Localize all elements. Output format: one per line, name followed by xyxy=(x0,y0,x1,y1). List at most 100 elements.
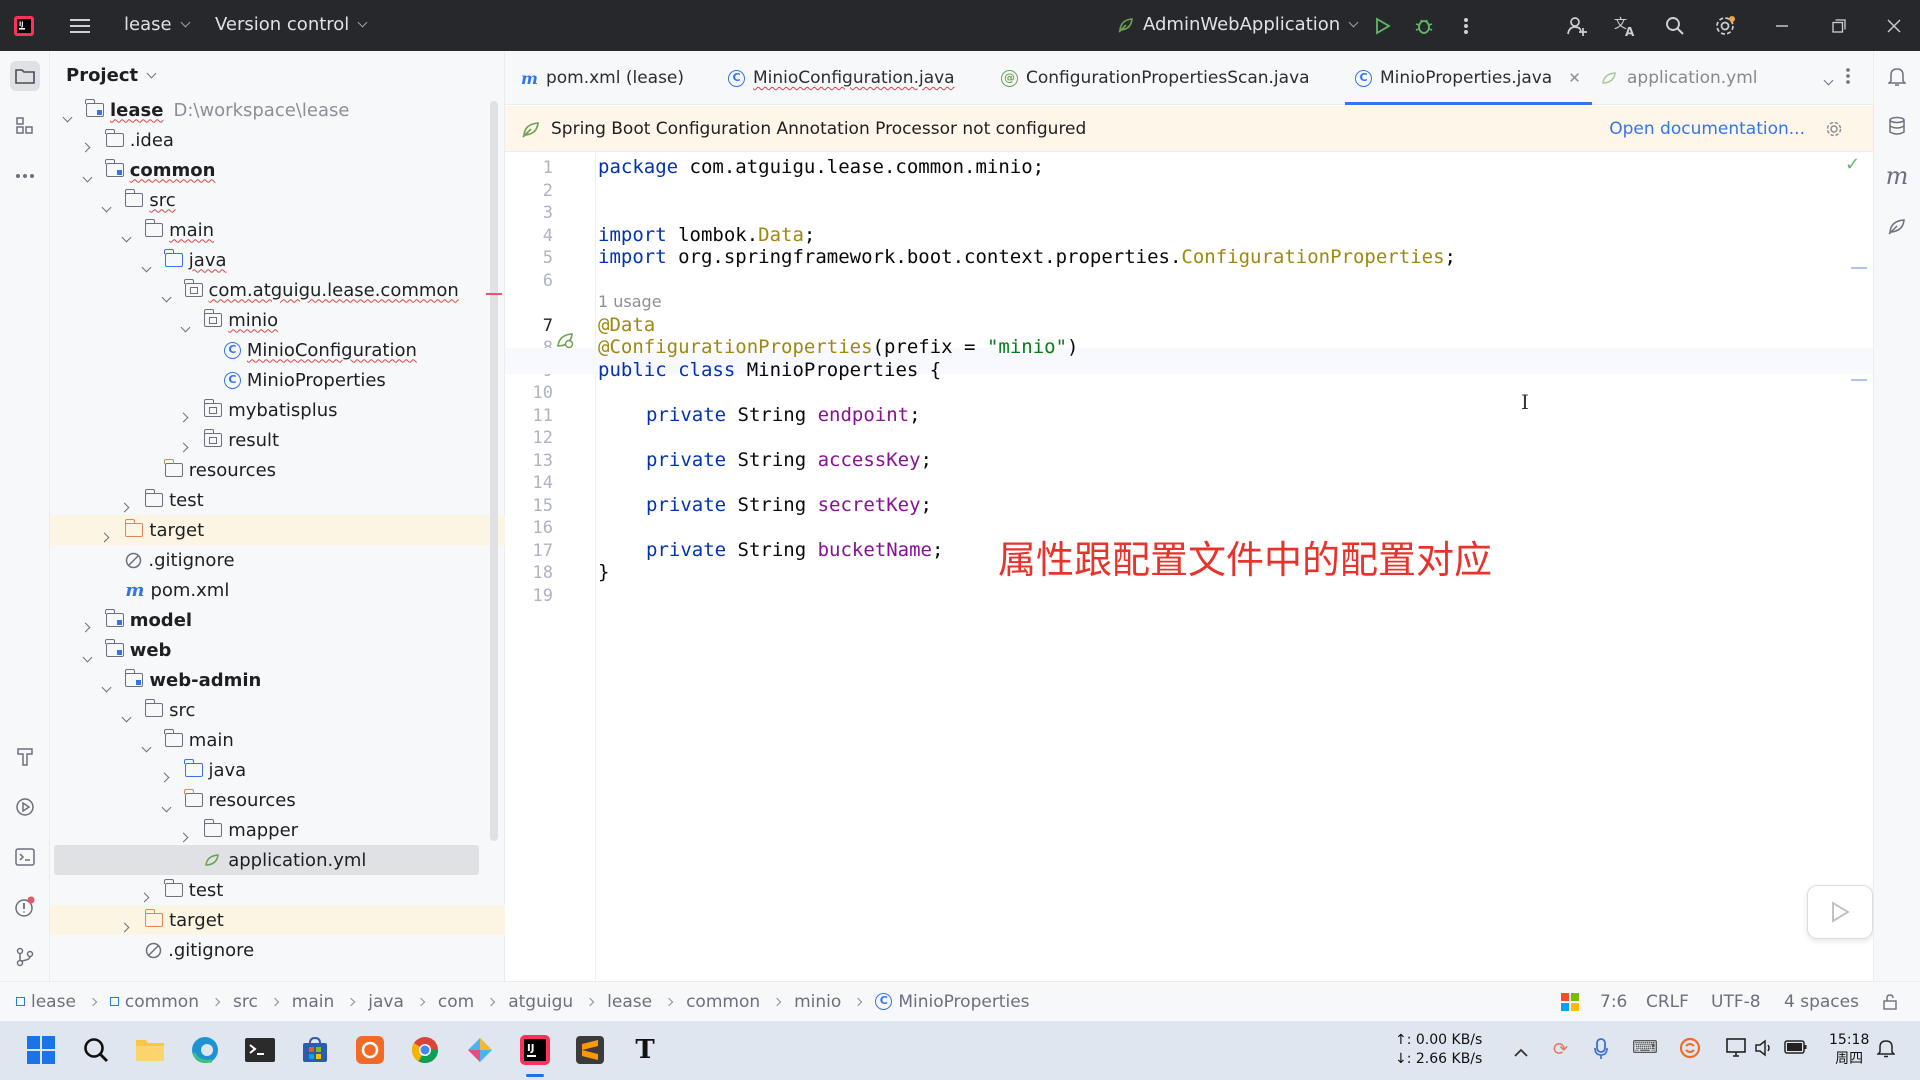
tree-node[interactable]: C MinioProperties xyxy=(200,365,386,395)
vcs-menu[interactable]: Version control xyxy=(215,14,368,35)
breadcrumb-item[interactable]: main xyxy=(292,992,334,1012)
tree-node[interactable]: java xyxy=(141,245,227,275)
expand-right-icon[interactable] xyxy=(178,405,190,423)
tree-node[interactable]: mapper xyxy=(178,815,298,845)
tree-node[interactable]: common xyxy=(82,155,215,185)
notifications-bell-icon[interactable] xyxy=(1882,61,1912,91)
expand-down-icon[interactable] xyxy=(101,195,112,213)
expand-right-icon[interactable] xyxy=(99,525,111,543)
tree-node[interactable]: target xyxy=(119,905,224,935)
usage-hint[interactable]: 1 usage xyxy=(598,292,662,311)
more-tools-icon[interactable] xyxy=(10,161,40,191)
show-hidden-icons-chevron-icon[interactable] xyxy=(1514,1043,1528,1063)
breadcrumb-item[interactable]: common xyxy=(109,992,199,1012)
run-config-selector[interactable]: AdminWebApplication xyxy=(1117,14,1359,35)
indent-setting[interactable]: 4 spaces xyxy=(1784,992,1859,1012)
expand-right-icon[interactable] xyxy=(80,615,92,633)
expand-right-icon[interactable] xyxy=(119,915,131,933)
database-icon[interactable] xyxy=(1882,111,1912,141)
expand-down-icon[interactable] xyxy=(141,255,152,273)
code-editor[interactable]: 12345678910111213141516171819 package co… xyxy=(505,152,1873,981)
close-window-icon[interactable] xyxy=(1880,12,1908,40)
tree-node[interactable]: .gitignore xyxy=(101,545,235,575)
expand-right-icon[interactable] xyxy=(139,885,151,903)
expand-right-icon[interactable] xyxy=(159,765,171,783)
expand-down-icon[interactable] xyxy=(180,315,191,333)
expand-right-icon[interactable] xyxy=(80,135,92,153)
expand-down-icon[interactable] xyxy=(141,735,152,753)
tree-scrollbar[interactable] xyxy=(490,101,498,841)
tree-node[interactable]: resources xyxy=(141,455,276,485)
services-run-icon[interactable] xyxy=(10,792,40,822)
expand-right-icon[interactable] xyxy=(178,435,190,453)
tree-node[interactable]: resources xyxy=(161,785,296,815)
tree-node[interactable]: .idea xyxy=(80,125,174,155)
settings-gear-icon[interactable] xyxy=(1711,12,1739,40)
breadcrumb-item[interactable]: C MinioProperties xyxy=(875,992,1030,1012)
battery-icon[interactable] xyxy=(1784,1039,1808,1060)
structure-icon[interactable] xyxy=(10,111,40,141)
ime-icon[interactable]: ⌨ xyxy=(1632,1037,1658,1058)
tree-node[interactable]: web-admin xyxy=(101,665,261,695)
terminal-icon[interactable] xyxy=(10,842,40,872)
tree-node[interactable]: .gitignore xyxy=(121,935,254,965)
tree-node[interactable]: main xyxy=(141,725,234,755)
intellij-taskbar-icon[interactable]: IJ xyxy=(516,1031,554,1077)
tree-node[interactable]: com.atguigu.lease.common xyxy=(161,275,459,305)
spring-tool-icon[interactable] xyxy=(1882,211,1912,241)
expand-down-icon[interactable] xyxy=(121,705,132,723)
open-documentation-link[interactable]: Open documentation... xyxy=(1609,119,1805,139)
breadcrumb-item[interactable]: src xyxy=(233,992,258,1012)
floating-play-button[interactable] xyxy=(1807,885,1873,939)
line-separator[interactable]: CRLF xyxy=(1646,992,1689,1012)
edge-browser-icon[interactable] xyxy=(186,1031,224,1069)
tree-node[interactable]: m pom.xml xyxy=(101,575,229,605)
terminal-app-icon[interactable] xyxy=(241,1031,279,1069)
problems-icon[interactable] xyxy=(10,892,40,922)
more-actions-icon[interactable] xyxy=(1452,12,1480,40)
expand-right-icon[interactable] xyxy=(119,495,131,513)
git-branch-icon[interactable] xyxy=(10,942,40,972)
typora-app-icon[interactable]: T xyxy=(626,1031,664,1069)
tab-configuration-properties-scan[interactable]: @ ConfigurationPropertiesScan.java xyxy=(1001,51,1310,105)
file-explorer-icon[interactable] xyxy=(131,1031,169,1069)
build-hammer-icon[interactable] xyxy=(10,742,40,772)
tree-node[interactable]: java xyxy=(159,755,246,785)
minimize-icon[interactable] xyxy=(1768,12,1796,40)
tree-node[interactable]: lease D:\workspace\lease xyxy=(62,95,349,125)
display-icon[interactable] xyxy=(1726,1038,1748,1063)
tree-node[interactable]: web xyxy=(82,635,171,665)
tab-list-icon[interactable] xyxy=(1815,69,1834,87)
project-view-selector[interactable]: Project xyxy=(66,65,157,86)
tab-more-icon[interactable] xyxy=(1845,67,1855,87)
close-tab-icon[interactable]: ✕ xyxy=(1568,69,1581,87)
breadcrumb-item[interactable]: java xyxy=(368,992,404,1012)
system-clock[interactable]: 15:18 周四 xyxy=(1829,1031,1869,1069)
tree-node[interactable]: test xyxy=(139,875,223,905)
project-tool-folder-icon[interactable] xyxy=(10,61,40,91)
tab-minio-properties[interactable]: C MinioProperties.java ✕ xyxy=(1345,51,1592,105)
breadcrumb-item[interactable]: com xyxy=(438,992,474,1012)
maven-tool-icon[interactable]: m xyxy=(1882,161,1912,191)
expand-right-icon[interactable] xyxy=(178,825,190,843)
banner-settings-gear-icon[interactable] xyxy=(1825,120,1843,138)
spring-bean-gutter-icon[interactable] xyxy=(555,330,575,350)
tree-node[interactable]: mybatisplus xyxy=(178,395,337,425)
expand-down-icon[interactable] xyxy=(82,165,93,183)
main-menu-icon[interactable] xyxy=(66,12,94,40)
expand-down-icon[interactable] xyxy=(161,795,171,813)
code-with-me-icon[interactable] xyxy=(1563,12,1591,40)
debug-icon[interactable] xyxy=(1410,12,1438,40)
taskbar-search-icon[interactable] xyxy=(77,1031,115,1069)
tray-app-icon[interactable]: ⟳ xyxy=(1553,1039,1568,1060)
translate-icon[interactable]: 文A xyxy=(1612,12,1640,40)
tree-node[interactable]: test xyxy=(119,485,204,515)
speaker-volume-icon[interactable] xyxy=(1754,1038,1774,1063)
expand-down-icon[interactable] xyxy=(121,225,132,243)
breadcrumb-item[interactable]: atguigu xyxy=(508,992,573,1012)
orange-app-icon[interactable] xyxy=(351,1031,389,1069)
windows-logo-icon[interactable] xyxy=(1561,993,1579,1011)
sublime-text-icon[interactable] xyxy=(571,1031,609,1069)
tree-node[interactable]: result xyxy=(178,425,279,455)
breadcrumb-item[interactable]: lease xyxy=(16,992,76,1012)
